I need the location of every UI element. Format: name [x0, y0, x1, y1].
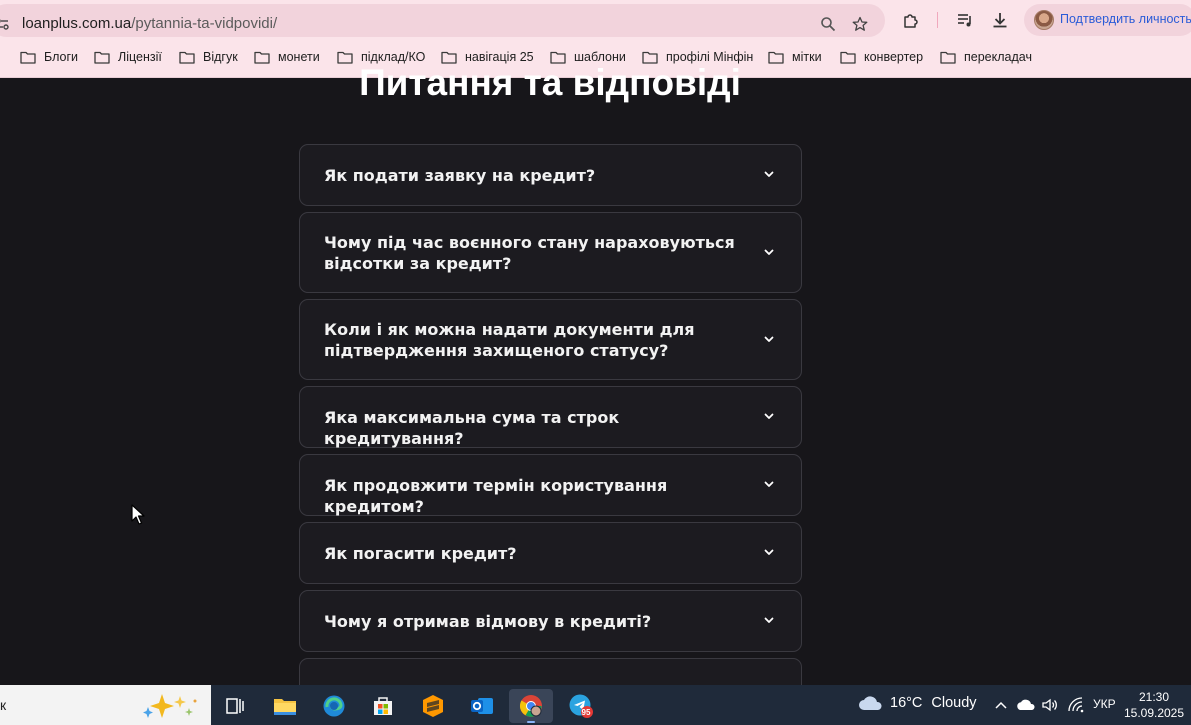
clock[interactable]: 21:30 15.09.2025 — [1118, 689, 1190, 721]
faq-item[interactable]: Чому я отримав відмову в кредиті? — [299, 590, 802, 652]
chevron-down-icon[interactable] — [763, 410, 775, 422]
taskbar-search-box[interactable]: к — [0, 685, 211, 725]
chevron-down-icon[interactable] — [763, 614, 775, 626]
weather-condition: Cloudy — [931, 695, 977, 711]
faq-question: Як продовжити термін користування кредит… — [324, 476, 668, 516]
cloud-icon — [859, 696, 882, 710]
mouse-cursor-icon — [131, 504, 145, 525]
chevron-up-icon[interactable] — [992, 696, 1010, 714]
edge-icon[interactable] — [314, 689, 354, 723]
wifi-icon[interactable] — [1066, 696, 1086, 714]
chrome-icon[interactable] — [509, 689, 553, 723]
weather-temperature: 16°C — [890, 695, 923, 711]
telegram-icon[interactable]: 95 — [561, 689, 601, 723]
faq-item[interactable]: Як подати заявку на кредит? — [299, 144, 802, 206]
chevron-down-icon[interactable] — [763, 546, 775, 558]
active-app-indicator — [527, 721, 535, 723]
onedrive-icon[interactable] — [1015, 696, 1037, 714]
chevron-down-icon[interactable] — [763, 168, 775, 180]
downloads-icon[interactable] — [988, 8, 1012, 32]
faq-item[interactable]: Коли і як можна надати документи для під… — [299, 299, 802, 380]
faq-question: Чому під час воєнного стану нараховуютьс… — [324, 233, 735, 273]
outlook-icon[interactable] — [462, 689, 502, 723]
faq-question: Яка максимальна сума та строк кредитуван… — [324, 408, 620, 448]
clock-date: 15.09.2025 — [1123, 706, 1185, 720]
microsoft-store-icon[interactable] — [363, 689, 403, 723]
task-view-button[interactable] — [215, 689, 255, 723]
weather-widget[interactable]: 16°C Cloudy — [858, 695, 977, 711]
profile-button[interactable]: Подтвердить личность — [1024, 4, 1191, 36]
sparkle-icon[interactable] — [140, 693, 202, 719]
faq-question: Чому я отримав відмову в кредиті? — [324, 612, 652, 631]
chevron-down-icon[interactable] — [763, 478, 775, 490]
faq-question: Як подати заявку на кредит? — [324, 166, 596, 185]
search-input-text: к — [0, 697, 7, 713]
zoom-icon[interactable] — [816, 12, 840, 36]
url-path: /pytannia-ta-vidpovidi/ — [131, 15, 278, 32]
media-control-icon[interactable] — [953, 8, 977, 32]
faq-item[interactable]: Чому під час воєнного стану нараховуютьс… — [299, 212, 802, 293]
windows-taskbar: к 95 16°C Cloudy УКР 21:30 15.09.2025 — [0, 685, 1191, 725]
avatar — [1034, 10, 1054, 30]
telegram-badge: 95 — [581, 708, 591, 717]
url-text[interactable]: loanplus.com.ua/pytannia-ta-vidpovidi/ — [22, 15, 277, 32]
faq-item[interactable]: Як продовжити термін користування кредит… — [299, 454, 802, 516]
faq-question: Коли і як можна надати документи для під… — [324, 320, 695, 360]
address-bar[interactable]: loanplus.com.ua/pytannia-ta-vidpovidi/ — [0, 4, 885, 37]
page-title: Питання та відповіді — [359, 62, 741, 103]
faq-item[interactable]: Яка максимальна сума та строк кредитуван… — [299, 386, 802, 448]
faq-item[interactable]: Як погасити кредит? — [299, 522, 802, 584]
chevron-down-icon[interactable] — [763, 333, 775, 345]
file-explorer-icon[interactable] — [265, 689, 305, 723]
clock-time: 21:30 — [1138, 690, 1170, 704]
chevron-down-icon[interactable] — [763, 246, 775, 258]
sublime-text-icon[interactable] — [413, 689, 453, 723]
toolbar-divider — [937, 12, 938, 28]
extensions-icon[interactable] — [899, 8, 923, 32]
profile-label: Подтвердить личность — [1060, 12, 1191, 26]
faq-question: Як погасити кредит? — [324, 544, 517, 563]
url-host: loanplus.com.ua — [22, 15, 132, 32]
bookmark-star-icon[interactable] — [848, 12, 872, 36]
volume-icon[interactable] — [1040, 696, 1060, 714]
language-indicator[interactable]: УКР — [1093, 697, 1116, 711]
site-info-icon[interactable] — [0, 16, 10, 32]
